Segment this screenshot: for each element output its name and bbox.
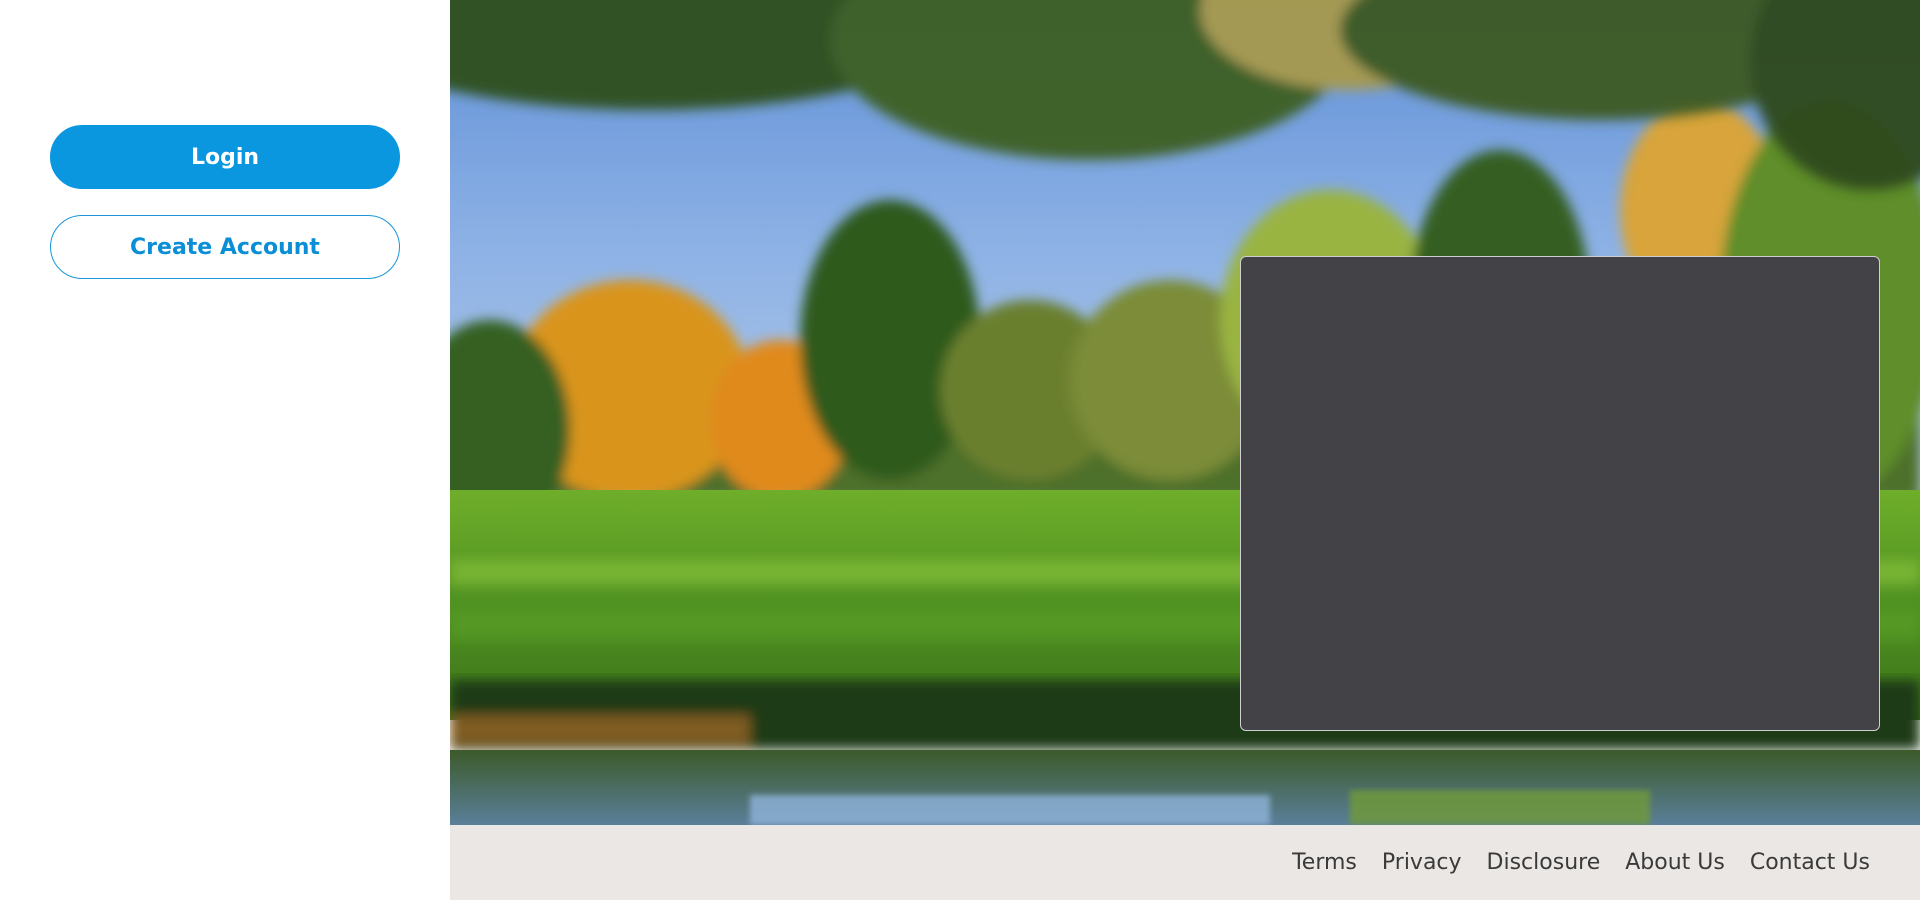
content-panel <box>1240 256 1880 731</box>
create-account-button[interactable]: Create Account <box>50 215 400 279</box>
footer-link-about-us[interactable]: About Us <box>1625 850 1725 875</box>
footer-link-disclosure[interactable]: Disclosure <box>1487 850 1601 875</box>
login-button[interactable]: Login <box>50 125 400 189</box>
footer-links: Terms Privacy Disclosure About Us Contac… <box>1292 825 1870 900</box>
footer: Terms Privacy Disclosure About Us Contac… <box>450 825 1920 900</box>
footer-link-privacy[interactable]: Privacy <box>1382 850 1462 875</box>
footer-link-terms[interactable]: Terms <box>1292 850 1357 875</box>
create-account-button-label: Create Account <box>130 234 320 260</box>
login-button-label: Login <box>190 144 260 170</box>
footer-link-contact-us[interactable]: Contact Us <box>1750 850 1870 875</box>
sidebar: Login Create Account <box>0 0 450 900</box>
page: Login Create Account Terms Privacy Discl… <box>0 0 1920 900</box>
